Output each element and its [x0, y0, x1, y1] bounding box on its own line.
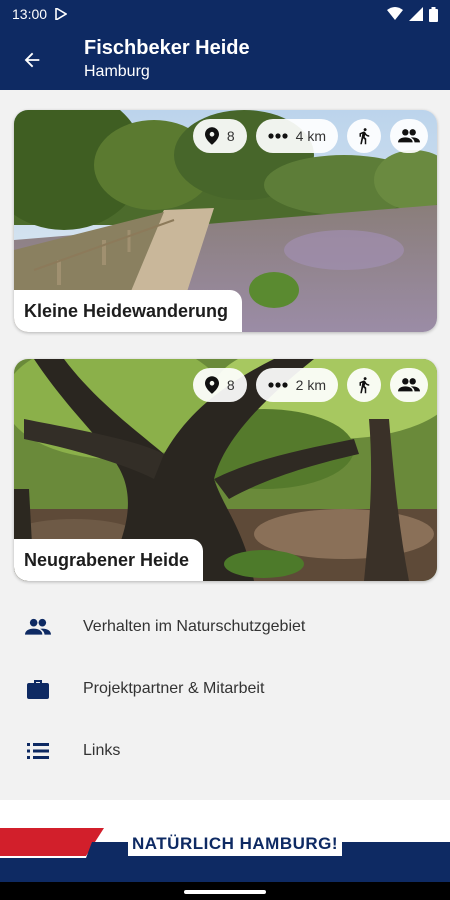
group-chip — [390, 368, 428, 402]
walking-person-icon — [359, 377, 370, 394]
menu-item-label: Projektpartner & Mitarbeit — [83, 680, 265, 697]
back-button[interactable] — [14, 42, 50, 78]
signal-icon — [409, 7, 423, 21]
briefcase-icon — [27, 680, 49, 699]
distance-value: 2 km — [295, 377, 326, 393]
station-count: 8 — [226, 128, 235, 144]
tour-title: Kleine Heidewanderung — [14, 290, 243, 332]
distance-chip: 2 km — [255, 368, 338, 402]
tour-info-chips: 8 2 km — [192, 368, 428, 402]
menu-item-label: Links — [83, 742, 121, 759]
location-pin-icon — [204, 127, 219, 145]
stations-chip: 8 — [192, 368, 247, 402]
battery-icon — [429, 6, 438, 22]
home-indicator[interactable] — [184, 890, 266, 894]
distance-chip: 4 km — [255, 119, 338, 153]
route-dots-icon — [268, 133, 288, 139]
group-chip — [390, 119, 428, 153]
distance-value: 4 km — [295, 128, 326, 144]
list-icon — [27, 743, 49, 759]
menu-item-projektpartner[interactable]: Projektpartner & Mitarbeit — [0, 658, 450, 720]
arrow-back-icon — [24, 52, 40, 68]
tour-card-kleine-heidewanderung[interactable]: 8 4 km Kleine Heidewanderung — [14, 110, 437, 332]
group-icon — [398, 378, 420, 392]
people-icon — [25, 618, 51, 635]
stations-chip: 8 — [192, 119, 247, 153]
page-subtitle: Hamburg — [84, 63, 150, 80]
info-menu: Verhalten im Naturschutzgebiet Projektpa… — [0, 596, 450, 782]
wifi-icon — [387, 7, 403, 20]
menu-item-label: Verhalten im Naturschutzgebiet — [83, 618, 306, 635]
menu-item-verhalten[interactable]: Verhalten im Naturschutzgebiet — [0, 596, 450, 658]
status-bar: 13:00 — [0, 0, 450, 28]
station-count: 8 — [226, 377, 235, 393]
play-store-icon — [55, 8, 68, 20]
menu-item-links[interactable]: Links — [0, 720, 450, 782]
status-time: 13:00 — [12, 6, 48, 22]
slogan-text: NATÜRLICH HAMBURG! — [128, 832, 343, 856]
walking-person-icon — [359, 128, 370, 145]
tour-title: Neugrabener Heide — [14, 539, 204, 581]
tour-info-chips: 8 4 km — [192, 119, 428, 153]
location-pin-icon — [204, 376, 219, 394]
page-title: Fischbeker Heide — [84, 37, 250, 59]
route-dots-icon — [268, 382, 288, 388]
group-icon — [398, 129, 420, 143]
app-bar: Fischbeker Heide Hamburg — [0, 28, 450, 90]
tour-card-neugrabener-heide[interactable]: 8 2 km Neugrabener Heide — [14, 359, 437, 581]
walking-mode-chip — [347, 368, 381, 402]
walking-mode-chip — [347, 119, 381, 153]
